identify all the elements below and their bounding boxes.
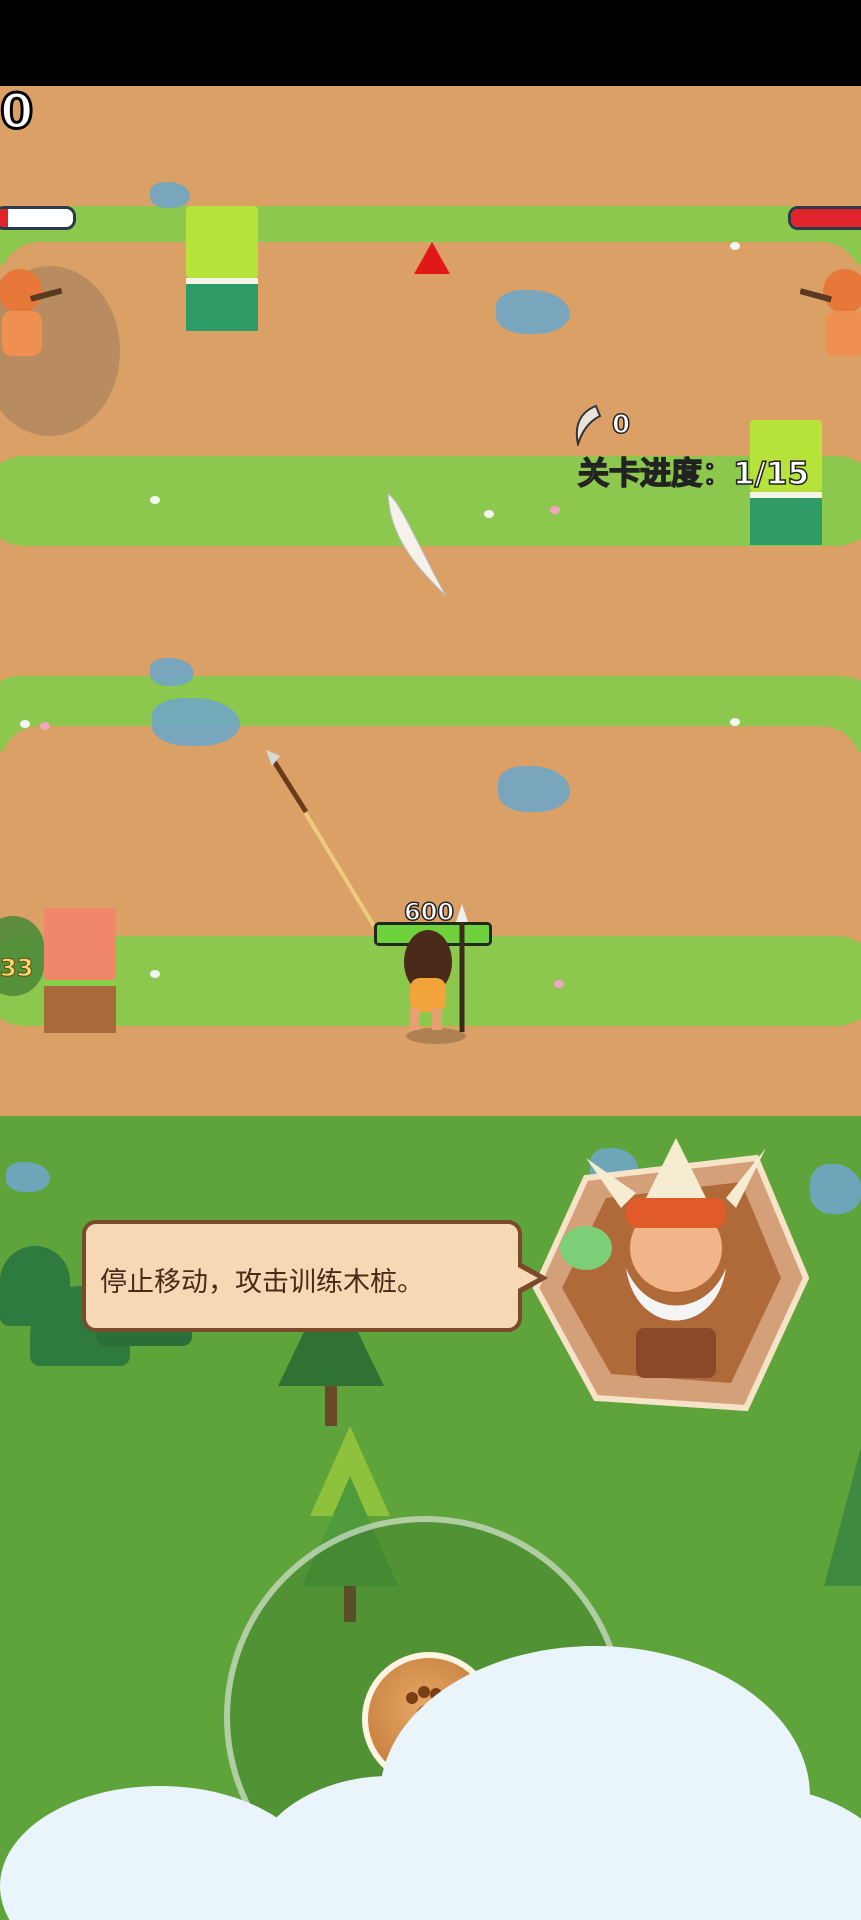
flower-dot — [730, 718, 740, 726]
stone — [810, 1164, 861, 1214]
stone — [150, 658, 194, 686]
status-bar — [0, 0, 861, 86]
enemy-caveman-right[interactable] — [800, 256, 861, 366]
flower-dot — [554, 980, 564, 988]
stone — [496, 290, 570, 334]
elder-mentor-portrait — [532, 1138, 810, 1412]
training-post[interactable] — [186, 206, 268, 341]
tutorial-message: 停止移动，攻击训练木桩。 — [100, 1267, 424, 1298]
stone — [150, 182, 190, 208]
speech-tail — [516, 1266, 538, 1290]
training-post-used[interactable] — [44, 908, 126, 1043]
level-progress: 关卡进度：1/15 — [577, 455, 810, 493]
flower-dot — [484, 510, 494, 518]
score-counter: 0 — [0, 83, 35, 142]
spear-projectile — [266, 750, 376, 928]
enemy-caveman-left[interactable] — [0, 256, 70, 366]
flower-dot — [40, 722, 50, 730]
flying-claw-projectile — [387, 493, 447, 597]
flower-dot — [730, 242, 740, 250]
stone — [498, 766, 570, 812]
stone — [152, 698, 240, 746]
dirt-lane — [0, 726, 861, 886]
enemy-hp-fill — [0, 209, 9, 227]
claw-icon — [575, 404, 602, 446]
flower-dot — [150, 496, 160, 504]
game-scene[interactable]: 0 关卡进度：1/15 600 33 停止移动，攻击训练木桩。 — [0, 86, 861, 1920]
player-caveman[interactable] — [396, 904, 476, 1044]
enemy-hp-bar-right — [788, 206, 861, 230]
claw-counter: 0 — [570, 404, 631, 446]
red-triangle-icon — [414, 242, 450, 274]
side-badge-value: 33 — [0, 954, 34, 983]
pine-tree — [824, 1447, 861, 1586]
flower-dot — [20, 720, 30, 728]
flower-dot — [150, 970, 160, 978]
stone — [6, 1162, 50, 1192]
flower-dot — [550, 506, 560, 514]
enemy-hp-fill — [791, 209, 861, 227]
enemy-hp-bar-left — [0, 206, 76, 230]
bush — [0, 1246, 70, 1326]
claw-count: 0 — [611, 409, 631, 441]
